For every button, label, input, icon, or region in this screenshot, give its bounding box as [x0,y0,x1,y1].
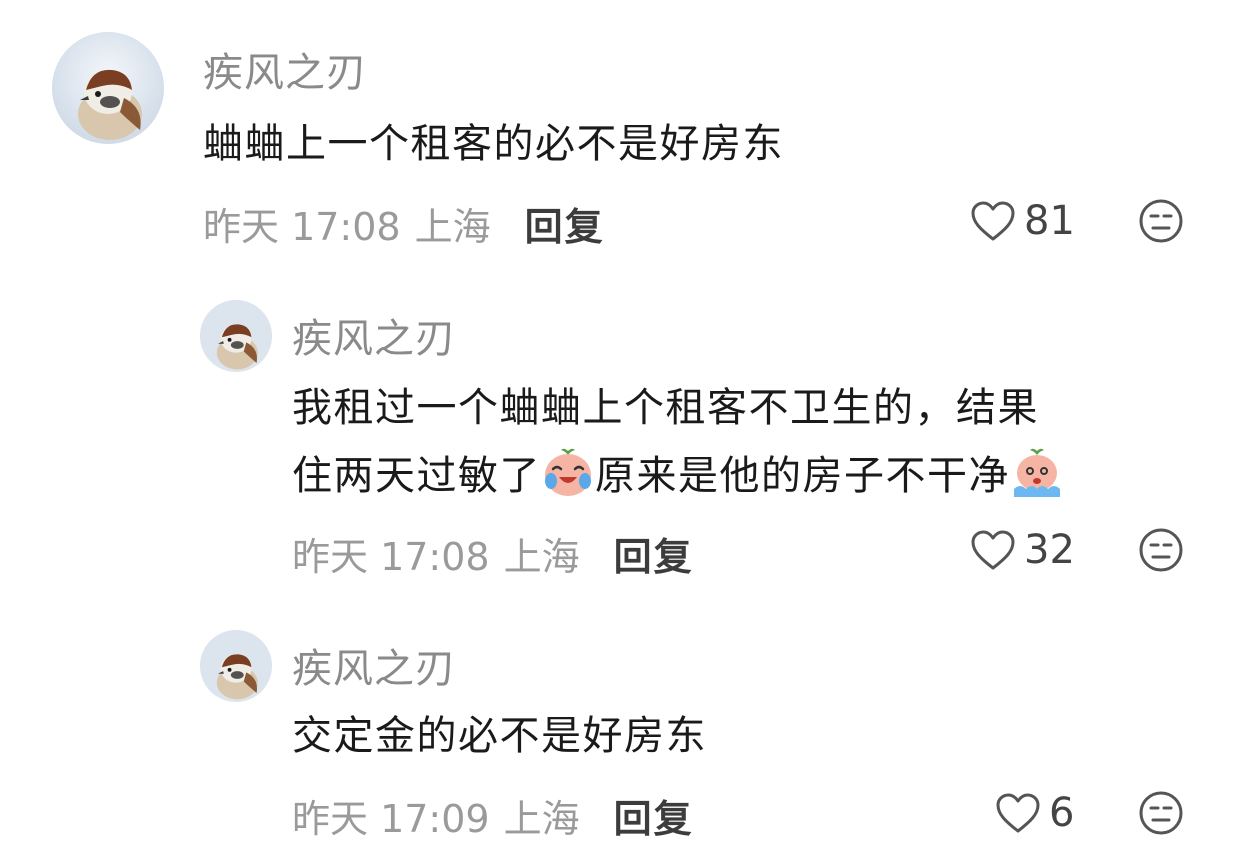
comment-meta: 昨天 17:09 上海 回复 [292,788,694,843]
comment-time: 昨天 17:09 [292,797,490,841]
user-avatar[interactable] [200,630,272,702]
heart-outline-icon [996,793,1040,833]
reply-item: 疾风之刃 交定金的必不是好房东 昨天 17:09 上海 回复 6 [0,0,1260,853]
sparrow-avatar-icon [200,630,272,702]
unhappy-face-icon [1139,791,1183,835]
comment-content: 交定金的必不是好房东 [292,713,707,759]
dislike-button[interactable] [1138,790,1184,836]
reply-button[interactable]: 回复 [614,788,694,843]
comment-location: 上海 [503,797,580,841]
like-button[interactable]: 6 [995,790,1074,836]
like-count: 6 [1049,790,1075,836]
comment-username[interactable]: 疾风之刃 [292,636,456,694]
